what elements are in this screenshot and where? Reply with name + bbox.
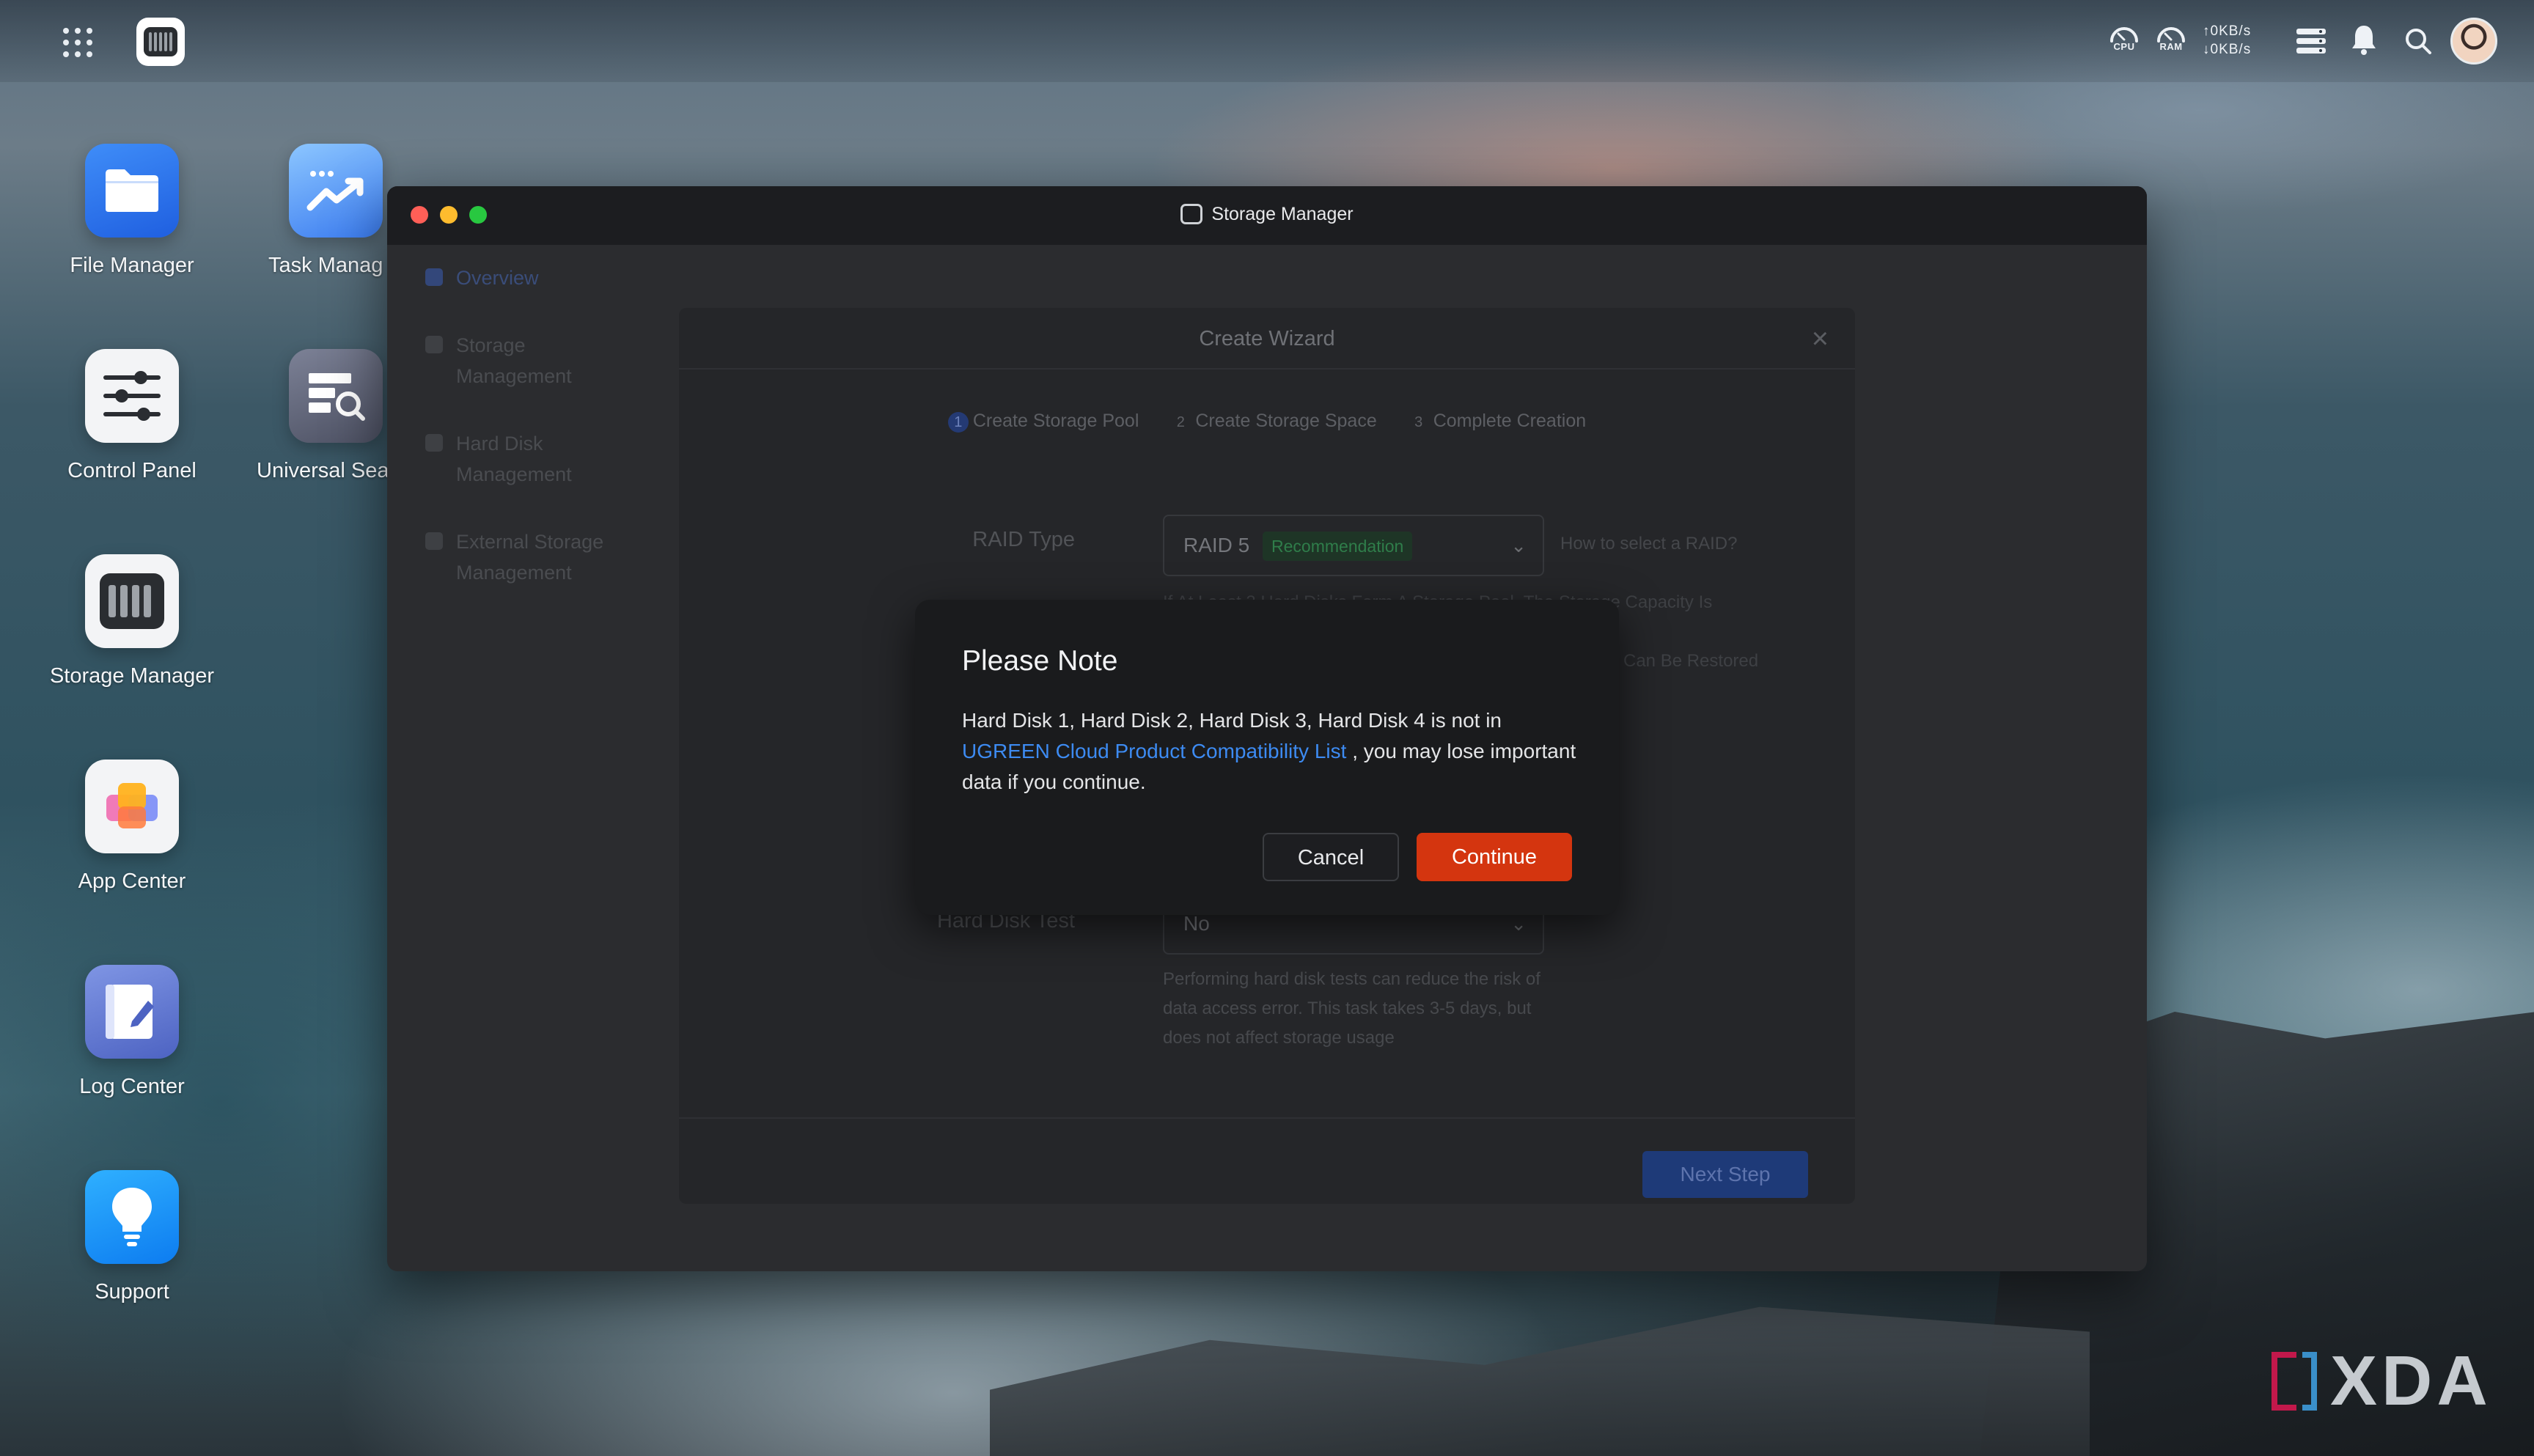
log-document-icon [85, 965, 179, 1059]
wizard-steps: 1 Create Storage Pool 2 Create Storage Spa… [679, 411, 1855, 433]
logo-bracket-left [2272, 1352, 2296, 1411]
raid-info-line-2: Can Be Restored [1623, 651, 1759, 671]
sidebar-item-storage-management[interactable]: Storage Management [425, 330, 616, 391]
compatibility-list-link[interactable]: UGREEN Cloud Product Compatibility List [962, 740, 1346, 762]
window-title-text: Storage Manager [1211, 204, 1354, 224]
xda-watermark-logo: XDA [2272, 1342, 2492, 1420]
sidebar-item-label: Overview [456, 267, 539, 289]
database-icon [425, 336, 443, 353]
desktop-icon-label: Support [95, 1280, 169, 1304]
overview-icon [425, 268, 443, 286]
sidebar: Overview Storage Management Hard Disk Ma… [425, 262, 660, 625]
wizard-footer: Next Step [679, 1117, 1855, 1204]
recommendation-badge: Recommendation [1263, 532, 1413, 561]
cpu-label: CPU [2113, 41, 2135, 52]
raid-type-value: RAID 5 [1183, 534, 1250, 556]
window-titlebar[interactable]: Storage Manager [387, 186, 2147, 245]
download-speed: ↓0KB/s [2203, 42, 2252, 57]
search-list-icon [289, 349, 383, 443]
chevron-down-icon: ⌄ [1510, 534, 1527, 556]
dialog-title: Please Note [962, 645, 1118, 677]
storage-manager-icon [1180, 204, 1203, 224]
sidebar-item-label: Hard Disk Management [456, 433, 572, 485]
logo-bracket-right [2302, 1352, 2317, 1411]
network-speed[interactable]: ↑0KB/s ↓0KB/s [2203, 22, 2251, 59]
step-create-storage-pool: 1 Create Storage Pool [947, 411, 1139, 433]
step-create-storage-space: 2 Create Storage Space [1170, 411, 1377, 433]
user-avatar[interactable] [2450, 18, 2497, 65]
step-label: Complete Creation [1433, 411, 1587, 431]
sliders-icon [85, 349, 179, 443]
hard-disk-test-description: Performing hard disk tests can reduce th… [1163, 969, 1540, 1048]
step-number: 3 [1414, 414, 1423, 430]
upload-speed: ↑0KB/s [2203, 23, 2252, 39]
desktop-icon-storage-manager[interactable]: Storage Manager [44, 554, 220, 688]
step-complete-creation: 3 Complete Creation [1409, 411, 1586, 433]
ram-label: RAM [2159, 41, 2183, 52]
sidebar-item-label: Storage Management [456, 334, 572, 387]
desktop-icon-label: App Center [78, 869, 186, 893]
desktop-icon-label: Log Center [79, 1075, 185, 1098]
step-number: 2 [1176, 414, 1185, 430]
please-note-dialog: Please Note Hard Disk 1, Hard Disk 2, Ha… [915, 600, 1619, 915]
desktop-icon-control-panel[interactable]: Control Panel [44, 349, 220, 483]
desktop-icon-app-center[interactable]: App Center [44, 760, 220, 894]
sidebar-item-overview[interactable]: Overview [425, 262, 660, 293]
cancel-button[interactable]: Cancel [1263, 833, 1399, 881]
hard-disk-test-value: No [1183, 912, 1210, 935]
taskbar-storage-manager-icon[interactable] [136, 18, 185, 66]
sidebar-item-label: External Storage Management [456, 531, 604, 584]
step-number: 1 [947, 412, 969, 433]
raid-type-label: RAID Type [972, 528, 1075, 551]
sidebar-item-external-storage[interactable]: External Storage Management [425, 526, 660, 588]
top-bar: CPU RAM ↑0KB/s ↓0KB/s [0, 0, 2534, 82]
tasks-icon[interactable] [2295, 26, 2327, 59]
desktop-icon-label: File Manager [70, 254, 194, 277]
lightbulb-icon [85, 1170, 179, 1264]
desktop-icon-file-manager[interactable]: File Manager [44, 144, 220, 278]
desktop-icon-support[interactable]: Support [44, 1170, 220, 1304]
hard-disk-icon [425, 434, 443, 452]
continue-button[interactable]: Continue [1417, 833, 1572, 881]
wizard-close-icon[interactable]: × [1812, 308, 1829, 369]
next-step-button[interactable]: Next Step [1642, 1151, 1808, 1198]
window-title: Storage Manager [387, 204, 2147, 225]
step-label: Create Storage Space [1195, 411, 1377, 431]
desktop-icon-label: Storage Manager [49, 664, 215, 688]
cpu-gauge[interactable]: CPU [2107, 22, 2141, 59]
desktop-icon-log-center[interactable]: Log Center [44, 965, 220, 1099]
storage-drives-icon [85, 554, 179, 648]
step-label: Create Storage Pool [972, 411, 1139, 431]
dialog-text-before: Hard Disk 1, Hard Disk 2, Hard Disk 3, H… [962, 709, 1502, 732]
search-icon[interactable] [2403, 26, 2433, 59]
usb-icon [425, 532, 443, 550]
app-launcher-icon[interactable] [63, 28, 92, 57]
xda-watermark-text: XDA [2330, 1342, 2492, 1420]
raid-type-select[interactable]: RAID 5 Recommendation ⌄ [1163, 515, 1544, 576]
ram-gauge[interactable]: RAM [2154, 22, 2188, 59]
folder-icon [85, 144, 179, 238]
app-center-icon [85, 760, 179, 853]
sidebar-item-hard-disk-management[interactable]: Hard Disk Management [425, 428, 616, 490]
wizard-title: Create Wizard [1199, 327, 1335, 350]
raid-help-link[interactable]: How to select a RAID? [1560, 529, 1737, 559]
dialog-message: Hard Disk 1, Hard Disk 2, Hard Disk 3, H… [962, 705, 1578, 798]
wizard-header: Create Wizard × [679, 308, 1855, 369]
trend-chart-icon [289, 144, 383, 238]
notification-bell-icon[interactable] [2351, 23, 2377, 59]
desktop-icon-label: Control Panel [67, 459, 197, 482]
